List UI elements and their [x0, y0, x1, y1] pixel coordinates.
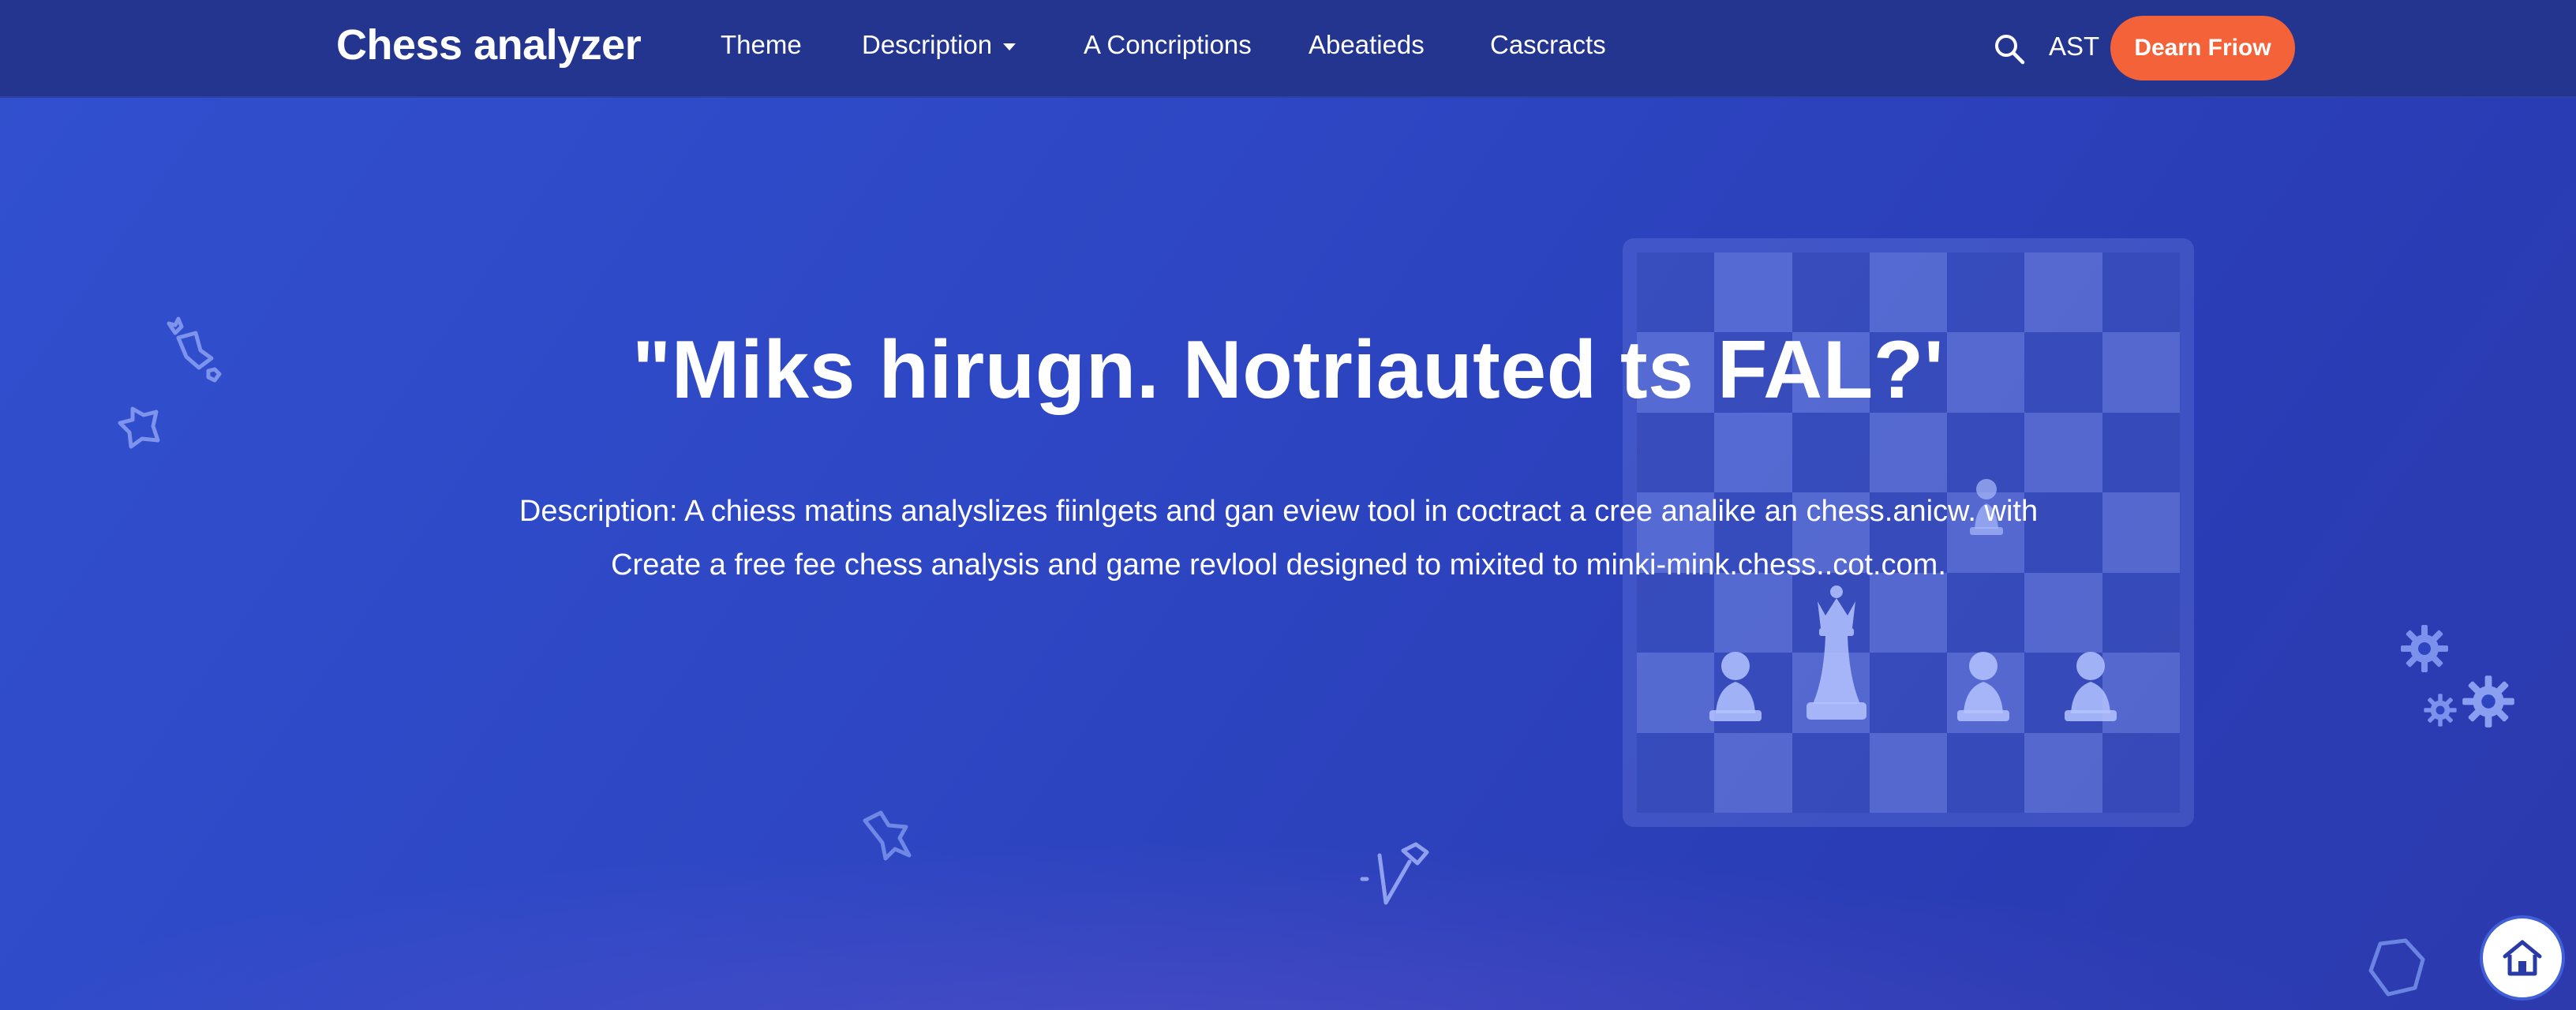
star-doodle-icon: [118, 406, 160, 449]
hexagon-doodle-icon: [2368, 938, 2425, 997]
board-square: [2024, 412, 2102, 493]
board-square: [1947, 252, 2025, 333]
hero-description-line-1: Description: A chiess matins analyslizes…: [519, 495, 2039, 528]
pawn-icon: [1957, 652, 2009, 721]
board-square: [2024, 732, 2102, 813]
board-square: [1637, 653, 1715, 733]
hero-description-line-2: Create a free fee chess analysis and gam…: [611, 548, 1946, 582]
hero-headline: "Miks hirugn. Notriauted ts FAL?': [631, 324, 1945, 416]
home-icon: [2503, 940, 2542, 976]
board-square: [1869, 653, 1948, 733]
home-button[interactable]: [2483, 918, 2562, 997]
gear-icon: [2401, 625, 2448, 672]
nav-link-description-dropdown[interactable]: Description: [862, 30, 1016, 60]
board-square: [1792, 252, 1870, 333]
background-glow: [0, 805, 2576, 1010]
queen-icon: [1807, 585, 1866, 720]
board-square: [1714, 412, 1792, 493]
nav-link-abeatieds[interactable]: Abeatieds: [1309, 30, 1425, 60]
gear-icon: [2462, 675, 2514, 728]
pen-doodle-icon: [1360, 842, 1429, 905]
board-square: [1637, 732, 1715, 813]
board-square: [1792, 412, 1870, 493]
board-square: [1792, 732, 1870, 813]
gear-icon: [2424, 694, 2457, 727]
language-selector[interactable]: AST: [2049, 32, 2099, 62]
board-square: [2024, 252, 2102, 333]
board-square: [1869, 732, 1948, 813]
search-icon[interactable]: [1992, 32, 2027, 66]
board-square: [2102, 412, 2180, 493]
board-square: [2102, 252, 2180, 333]
board-square: [1869, 252, 1948, 333]
star-doodle-icon: [167, 316, 222, 383]
top-navbar: Chess analyzer Theme Description A Concr…: [0, 0, 2576, 98]
brand-logo[interactable]: Chess analyzer: [336, 21, 642, 69]
board-square: [2102, 732, 2180, 813]
pawn-icon: [1709, 652, 1762, 721]
board-square: [1637, 252, 1715, 333]
nav-link-theme[interactable]: Theme: [721, 30, 802, 60]
board-square: [1947, 732, 2025, 813]
nav-link-concriptions[interactable]: A Concriptions: [1084, 30, 1252, 60]
board-square: [1869, 412, 1948, 493]
star-doodle-icon: [863, 810, 912, 861]
board-square: [1714, 252, 1792, 333]
board-square: [1714, 732, 1792, 813]
board-square: [1637, 412, 1715, 493]
cta-button[interactable]: Dearn Friow: [2110, 16, 2295, 80]
pawn-icon: [2065, 652, 2117, 721]
nav-link-cascracts[interactable]: Cascracts: [1490, 30, 1606, 60]
